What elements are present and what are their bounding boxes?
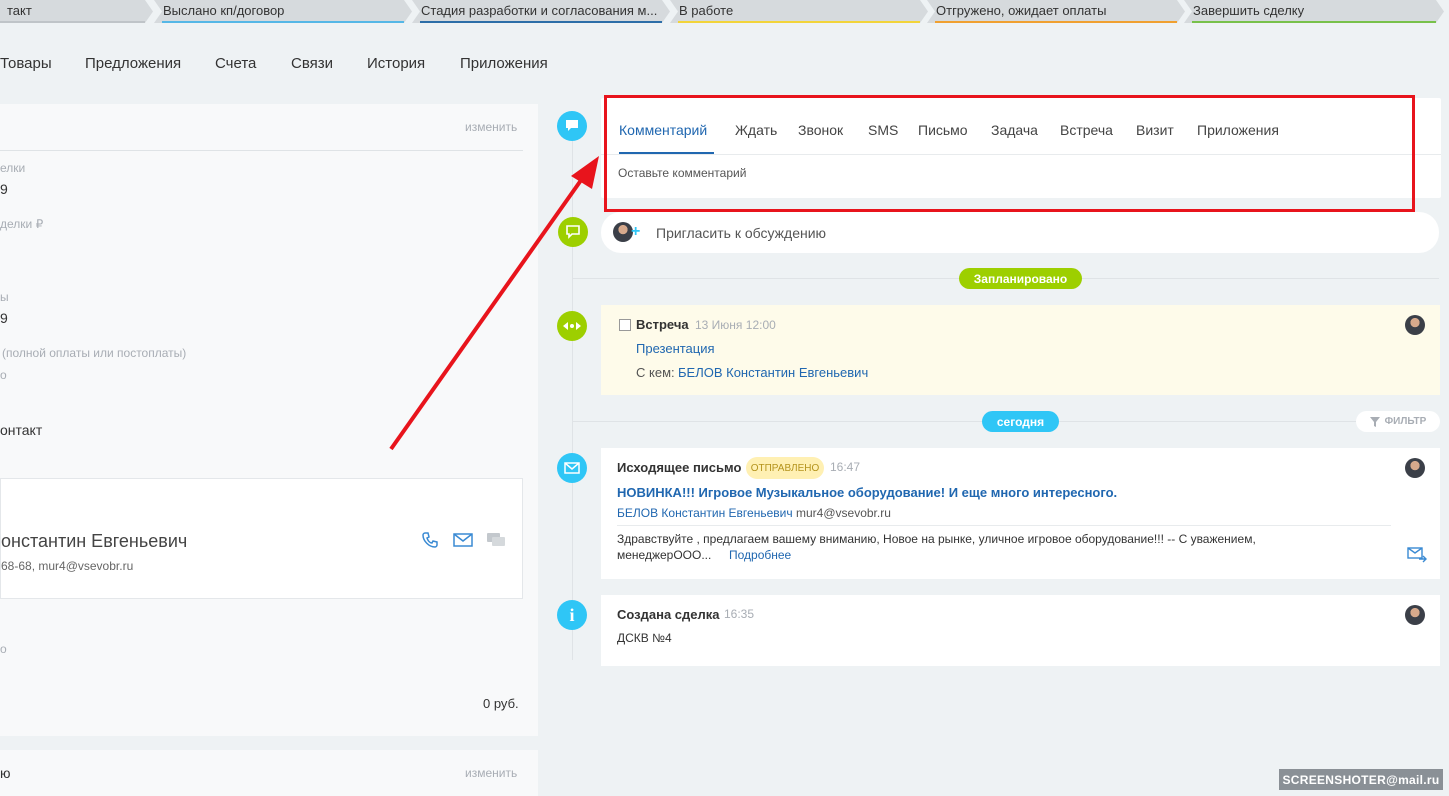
- watermark: SCREENSHOTER@mail.ru: [1279, 769, 1443, 790]
- annotation-arrow: [389, 156, 599, 451]
